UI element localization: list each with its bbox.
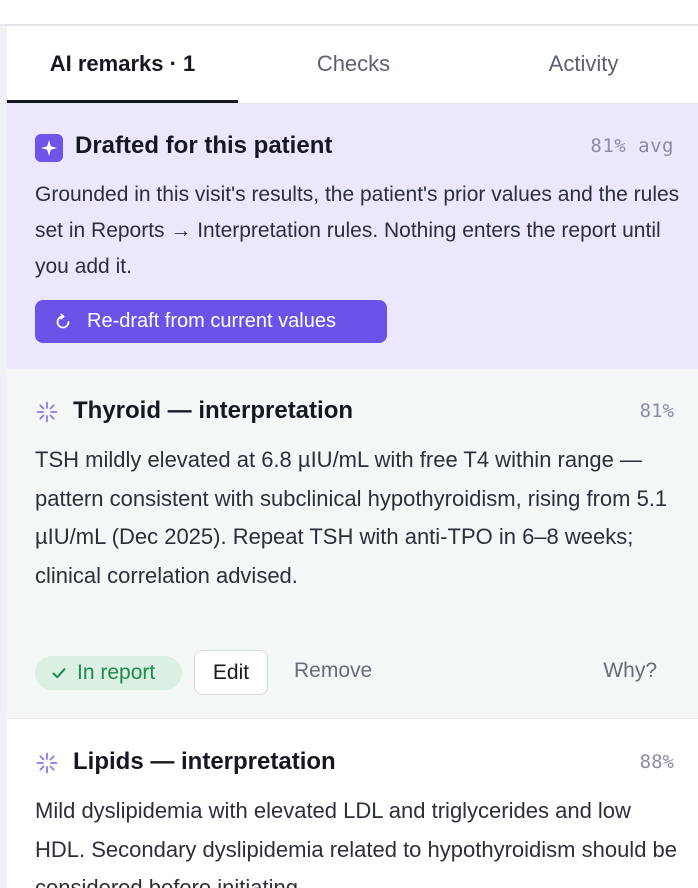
ai-remarks-panel: AI remarks · 1 Checks Activity Drafted f… <box>7 26 698 888</box>
draft-banner: Drafted for this patient 81% avg Grounde… <box>7 104 698 369</box>
banner-title: Drafted for this patient <box>75 132 333 159</box>
top-toolbar-strip <box>0 0 698 26</box>
remark-body: TSH mildly elevated at 6.8 µIU/mL with f… <box>35 447 668 588</box>
panel-divider <box>0 26 7 888</box>
remark-card-lipids: Lipids — interpretation 88% Mild dyslipi… <box>7 719 698 888</box>
remark-title: Thyroid — interpretation <box>73 397 354 424</box>
remark-confidence: 81% <box>639 400 674 422</box>
sparkle-outline-icon <box>35 751 59 775</box>
refresh-icon <box>53 312 73 332</box>
banner-description: Grounded in this visit's results, the pa… <box>35 183 680 278</box>
remark-card-thyroid: Thyroid — interpretation 81% TSH mildly … <box>7 369 698 719</box>
redraft-label: Re-draft from current values <box>87 310 336 332</box>
remark-title: Lipids — interpretation <box>73 748 336 775</box>
active-tab-indicator <box>7 100 238 103</box>
panel-tabs: AI remarks · 1 Checks Activity <box>7 26 698 104</box>
why-button[interactable]: Why? <box>603 659 657 683</box>
check-icon <box>51 665 67 681</box>
remove-button[interactable]: Remove <box>294 659 372 683</box>
redraft-button[interactable]: Re-draft from current values <box>35 300 387 343</box>
in-report-label: In report <box>77 661 156 684</box>
remark-confidence: 88% <box>639 751 674 773</box>
average-confidence: 81% avg <box>590 135 674 157</box>
in-report-badge: In report <box>35 656 182 690</box>
sparkle-outline-icon <box>35 400 59 424</box>
tab-activity[interactable]: Activity <box>469 26 698 102</box>
tab-checks[interactable]: Checks <box>238 26 469 102</box>
remark-body: Mild dyslipidemia with elevated LDL and … <box>35 798 678 888</box>
sparkle-icon <box>35 134 63 162</box>
tab-ai-remarks[interactable]: AI remarks · 1 <box>7 26 238 102</box>
edit-button[interactable]: Edit <box>194 650 268 695</box>
